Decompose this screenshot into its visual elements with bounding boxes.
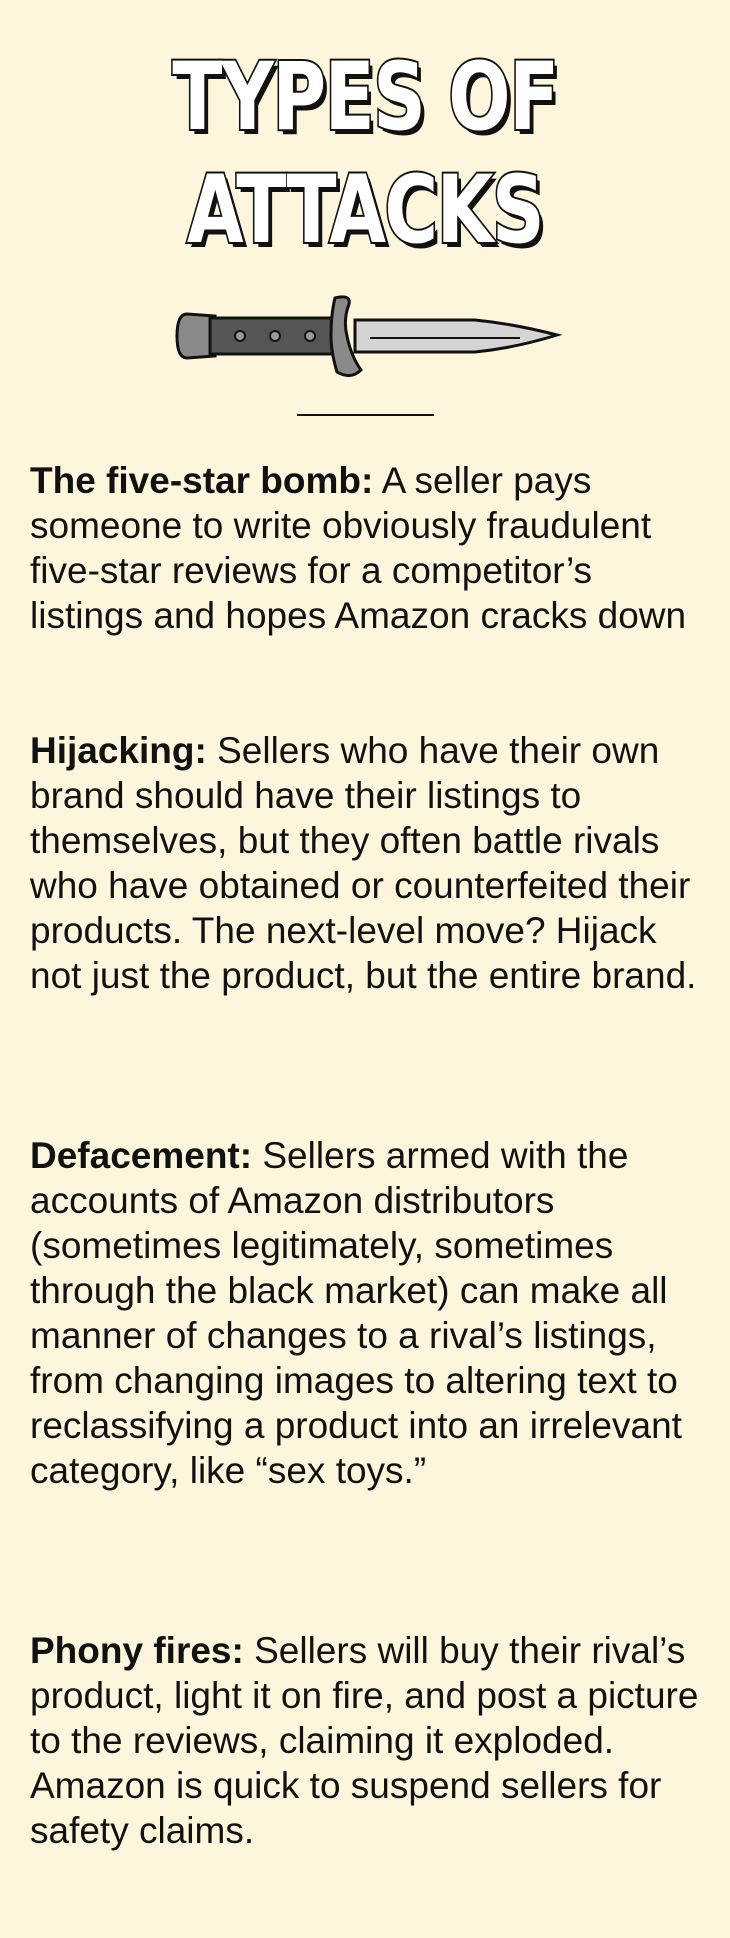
knife-blade [353,318,563,354]
attack-term: Hijacking: [30,730,207,771]
attack-term: Phony fires: [30,1630,244,1671]
knife-icon [175,295,563,377]
attack-entry: The five-star bomb: A seller pays someon… [30,458,700,638]
attack-term: Defacement: [30,1135,253,1176]
attack-entry: Hijacking: Sellers who have their own br… [30,728,700,998]
title-line-1: TYPES OF [171,43,561,153]
attack-entry: Phony fires: Sellers will buy their riva… [30,1628,700,1853]
attack-entry: Defacement: Sellers armed with the accou… [30,1133,700,1493]
attack-description: Sellers armed with the accounts of Amazo… [30,1135,682,1491]
infographic-panel: TYPES OF ATTACKS The five-star bomb: A s… [0,0,730,1938]
divider [297,414,434,416]
title-line-2: ATTACKS [185,156,546,266]
attack-term: The five-star bomb: [30,460,374,501]
